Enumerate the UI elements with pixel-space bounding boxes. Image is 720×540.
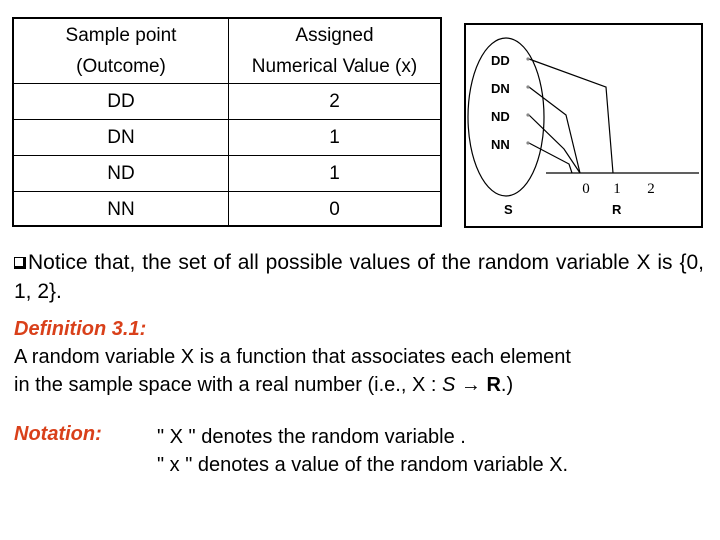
table-row: DN 1 [14,119,440,156]
map-line-dn [528,86,581,174]
header-assigned-value: Assigned Numerical Value (x) [228,19,440,84]
outcome-cell: DD [14,83,229,120]
point-nd [526,113,530,117]
definition-line-1: A random variable X is a function that a… [14,346,571,368]
value-cell: 2 [228,83,440,120]
header-sample-point: Sample point (Outcome) [14,19,229,84]
definition-line-2-suffix: .) [500,374,514,396]
value-cell: 1 [228,155,440,192]
notation-line-2: " x " denotes a value of the random vari… [157,454,569,476]
notation-title: Notation: [14,423,102,445]
table-row: ND 1 [14,155,440,192]
arrow-icon: → [455,374,487,396]
header-line: Numerical Value (x) [251,56,418,77]
table-header-row: Sample point (Outcome) Assigned Numerica… [14,19,440,84]
set-r: R [486,374,501,396]
outcome-label-dn: DN [491,81,510,96]
table-row: NN 0 [14,191,440,227]
header-line: (Outcome) [76,56,166,77]
definition-line-2: in the sample space with a real number (… [14,371,714,399]
notice-text: Notice that, the set of all possible val… [14,251,704,303]
notice-paragraph: Notice that, the set of all possible val… [14,248,704,306]
table-row: DD 2 [14,83,440,120]
tick-label-0: 0 [582,181,590,197]
outcome-label-nn: NN [491,137,510,152]
point-nn [526,141,530,145]
outcome-label-nd: ND [491,109,510,124]
notation-body: " X " denotes the random variable . " x … [157,423,568,479]
definition-body: A random variable X is a function that a… [14,343,714,399]
header-line: Sample point [65,25,177,46]
checkbox-bullet-icon [14,257,26,269]
value-cell: 0 [228,191,440,227]
map-line-dd [528,58,614,174]
outcome-cell: DN [14,119,229,156]
outcome-value-table: Sample point (Outcome) Assigned Numerica… [12,17,442,227]
definition-title: Definition 3.1: [14,318,147,340]
point-dd [526,57,530,61]
outcome-cell: ND [14,155,229,192]
notation-line-1: " X " denotes the random variable . [157,426,466,448]
mapping-diagram: 0 1 2 DD DN ND NN S R [464,23,703,228]
outcome-label-dd: DD [491,53,510,68]
outcome-cell: NN [14,191,229,227]
value-cell: 1 [228,119,440,156]
point-dn [526,85,530,89]
tick-label-2: 2 [647,181,655,197]
tick-label-1: 1 [613,181,621,197]
sample-space-label: S [504,202,513,217]
real-line-label: R [612,202,622,217]
set-s: S [441,374,456,396]
definition-line-2-prefix: in the sample space with a real number (… [14,374,442,396]
header-line: Assigned [295,25,374,46]
